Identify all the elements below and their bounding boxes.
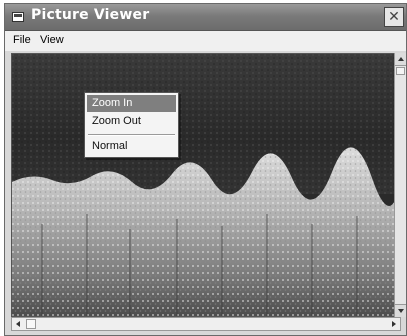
vertical-scrollbar[interactable]: [394, 53, 406, 317]
window-title: Picture Viewer: [31, 7, 150, 23]
app-icon: [12, 12, 24, 22]
menu-item-zoom-in[interactable]: Zoom In: [87, 95, 176, 112]
menu-bar: File View: [5, 31, 406, 51]
menu-item-normal[interactable]: Normal: [87, 138, 176, 155]
menu-file[interactable]: File: [13, 34, 31, 46]
scroll-left-icon[interactable]: [12, 318, 24, 330]
vertical-scroll-thumb[interactable]: [396, 67, 405, 75]
title-bar[interactable]: Picture Viewer ✕: [5, 4, 406, 31]
scroll-right-icon[interactable]: [388, 318, 400, 330]
scroll-up-icon[interactable]: [395, 53, 406, 66]
horizontal-scrollbar[interactable]: [11, 317, 401, 331]
context-menu: Zoom In Zoom Out Normal: [84, 92, 179, 158]
picture-display[interactable]: [11, 53, 401, 317]
forest-photo: [12, 54, 400, 316]
close-icon: ✕: [388, 9, 400, 25]
menu-item-zoom-out[interactable]: Zoom Out: [87, 113, 176, 130]
menu-separator: [88, 134, 175, 136]
close-button[interactable]: ✕: [384, 7, 404, 27]
menu-view[interactable]: View: [40, 34, 64, 46]
scroll-down-icon[interactable]: [395, 304, 406, 317]
picture-viewer-window: Picture Viewer ✕ File View: [4, 3, 407, 336]
horizontal-scroll-thumb[interactable]: [26, 319, 36, 329]
